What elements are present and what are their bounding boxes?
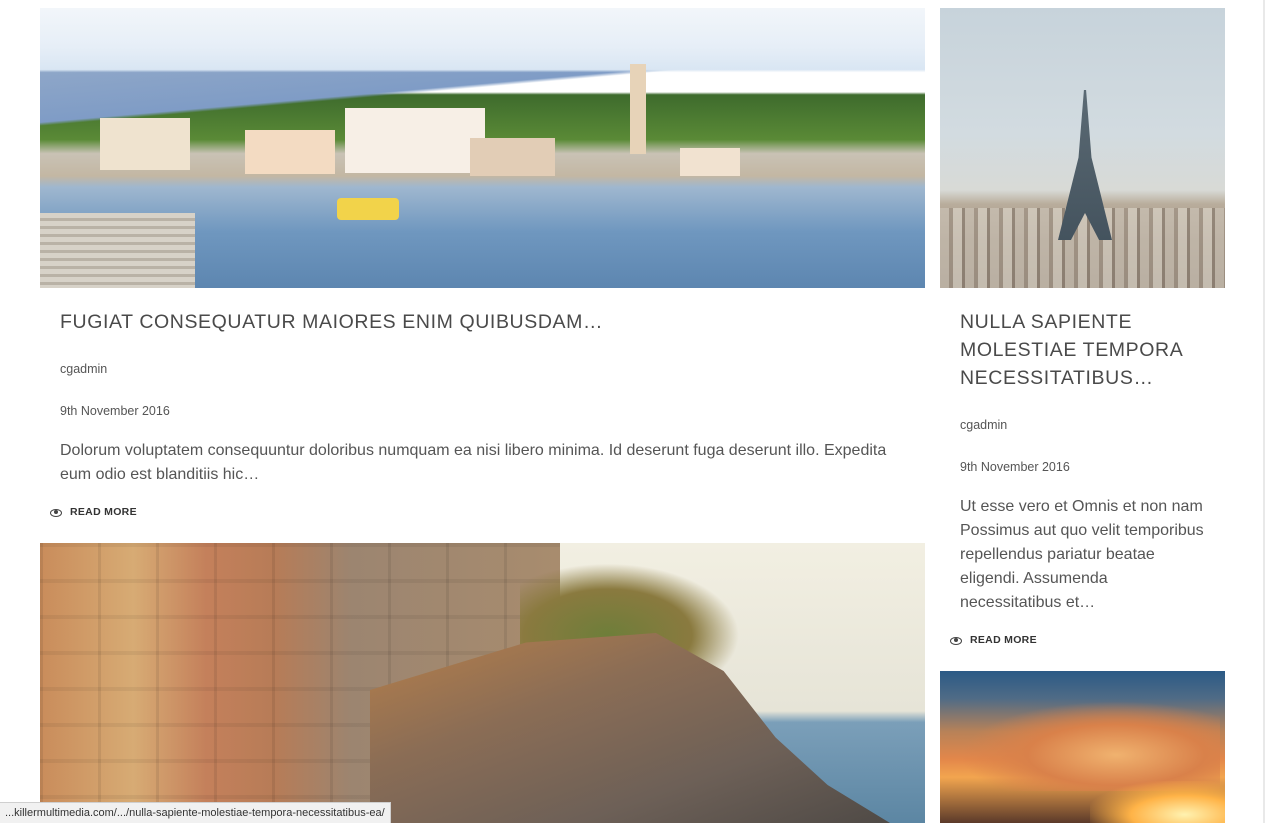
post-title[interactable]: FUGIAT CONSEQUATUR MAIORES ENIM QUIBUSDA… xyxy=(60,308,910,336)
eye-icon xyxy=(50,508,62,517)
post-image-lake-town[interactable] xyxy=(40,8,925,288)
post-excerpt: Dolorum voluptatem consequuntur doloribu… xyxy=(60,442,887,483)
post-image-cliff-town[interactable] xyxy=(40,543,925,823)
post-excerpt: Ut esse vero et Omnis et non nam Possimu… xyxy=(960,498,1204,611)
post-date: 9th November 2016 xyxy=(960,460,1070,474)
eye-icon xyxy=(950,636,962,645)
read-more-label: READ MORE xyxy=(970,634,1037,646)
post-image-eiffel-tower[interactable] xyxy=(940,8,1225,288)
browser-status-bar: ...killermultimedia.com/.../nulla-sapien… xyxy=(0,802,391,823)
post-image-sunset[interactable] xyxy=(940,671,1225,823)
read-more-label: READ MORE xyxy=(70,506,137,518)
read-more-link[interactable]: READ MORE xyxy=(50,506,137,518)
post-author[interactable]: cgadmin xyxy=(960,418,1007,432)
post-date: 9th November 2016 xyxy=(60,404,170,418)
read-more-link[interactable]: READ MORE xyxy=(950,634,1037,646)
post-author[interactable]: cgadmin xyxy=(60,362,107,376)
post-title[interactable]: NULLA SAPIENTE MOLESTIAE TEMPORA NECESSI… xyxy=(960,308,1210,392)
status-url: ...killermultimedia.com/.../nulla-sapien… xyxy=(5,807,385,819)
